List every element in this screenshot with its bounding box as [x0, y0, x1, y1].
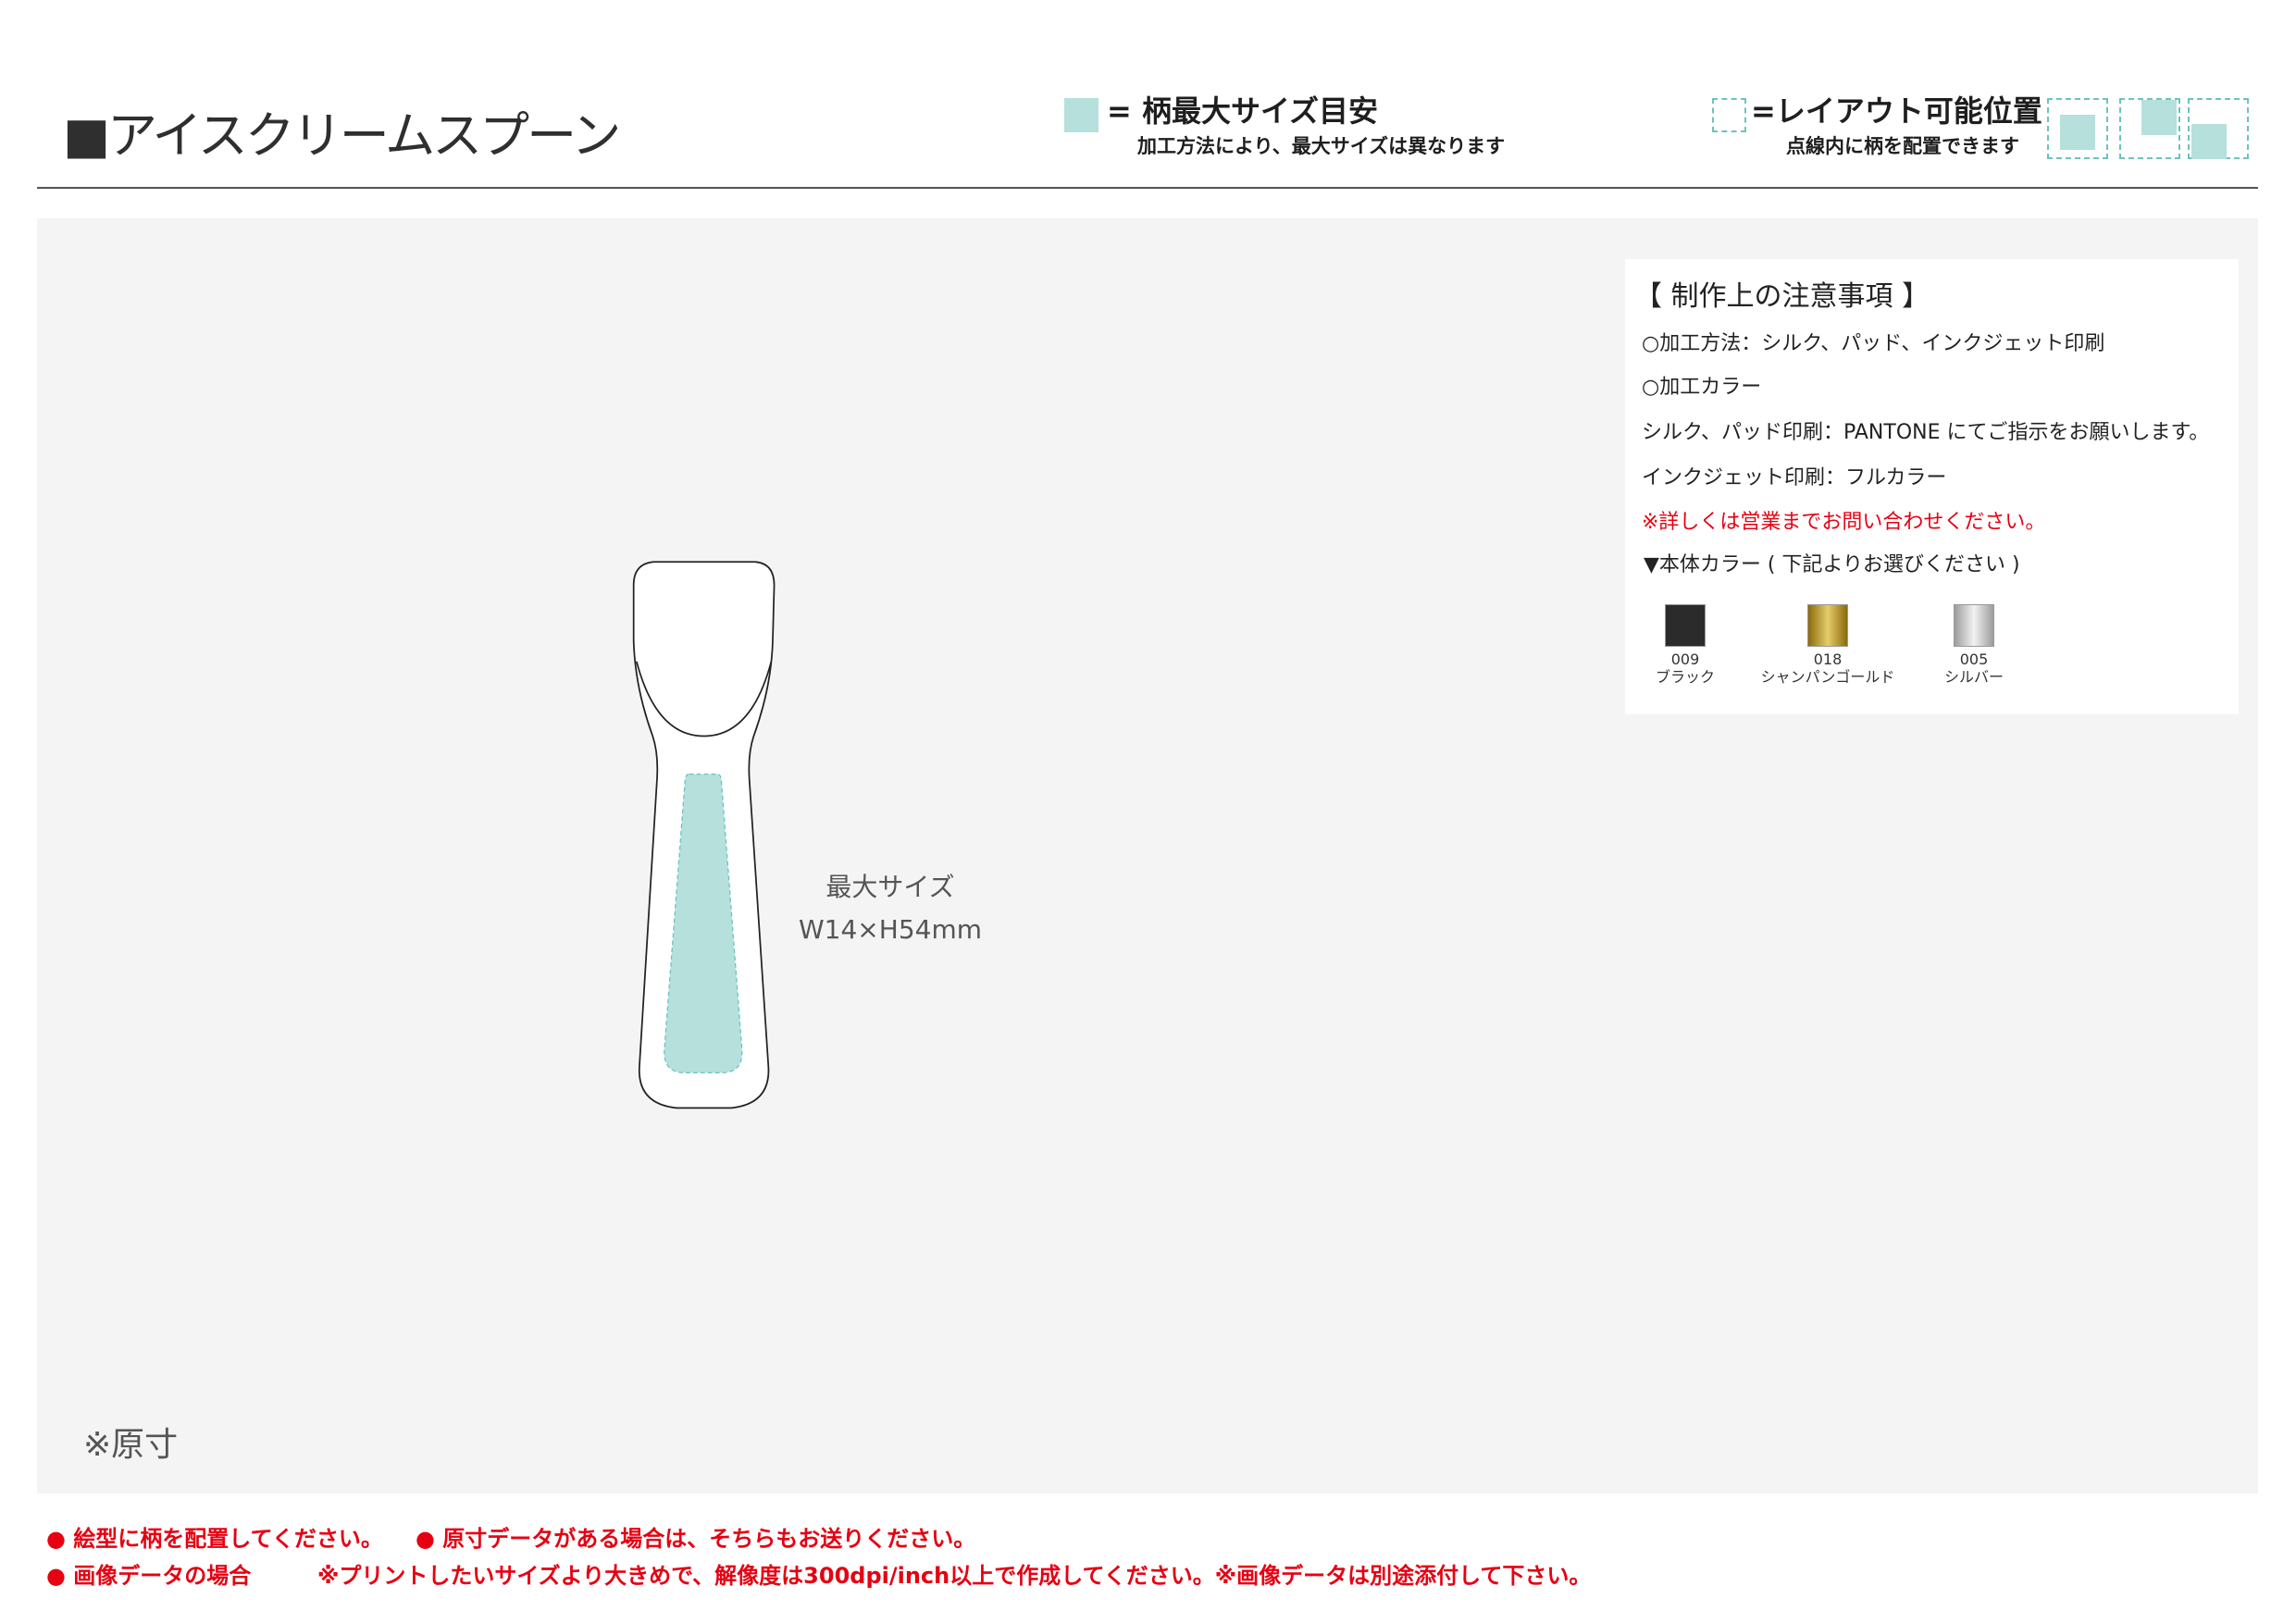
- notes-line: ○加工方法：シルク、パッド、インクジェット印刷: [1642, 332, 2105, 355]
- layout-area-legend-label: =レイアウト可能位置: [1751, 93, 2042, 129]
- layout-area-legend-swatch: [1712, 98, 1746, 132]
- color-name: ブラック: [1655, 668, 1715, 686]
- max-size-legend-note: 加工方法により、最大サイズは異なります: [1137, 135, 1506, 157]
- notes-line: インクジェット印刷：フルカラー: [1642, 466, 1947, 489]
- page-title: ■アイスクリームスプーン: [63, 106, 621, 165]
- footer-note-original-data: ● 原寸データがある場合は、そちらもお送りください。: [416, 1526, 976, 1552]
- notes-line: ○加工カラー: [1642, 376, 1762, 399]
- max-size-legend-label: = 柄最大サイズ目安: [1107, 93, 1378, 129]
- layout-position-fill: [2060, 115, 2095, 150]
- color-swatch: [1954, 604, 1994, 647]
- body-color-option: 009 ブラック: [1607, 604, 1764, 686]
- body-color-heading: ▼本体カラー ( 下記よりお選びください ): [1644, 553, 2020, 576]
- color-swatch: [1807, 604, 1848, 647]
- footer-note-resolution: ※プリントしたいサイズより大きめで、解像度は300dpi/inch以上で作成して…: [317, 1563, 1592, 1589]
- max-size-legend-swatch: [1064, 98, 1098, 132]
- footer-note-place-design: ● 絵型に柄を配置してください。: [46, 1526, 383, 1552]
- color-code: 009: [1670, 650, 1700, 668]
- spoon-drawing: [632, 561, 776, 1109]
- color-name: シャンパンゴールド: [1760, 668, 1895, 686]
- color-swatch: [1665, 604, 1706, 647]
- max-size-label: 最大サイズ: [825, 872, 955, 902]
- color-name: シルバー: [1943, 668, 2004, 686]
- notes-heading: 【 制作上の注意事項 】: [1634, 280, 1930, 313]
- notes-line: シルク、パッド印刷：PANTONE にてご指示をお願いします。: [1642, 421, 2210, 444]
- color-code: 018: [1813, 650, 1843, 668]
- max-size-value: W14×H54mm: [798, 914, 982, 945]
- header-divider: [37, 187, 2258, 189]
- production-notes-box: 【 制作上の注意事項 】 ○加工方法：シルク、パッド、インクジェット印刷 ○加工…: [1625, 259, 2239, 714]
- layout-area-legend-note: 点線内に柄を配置できます: [1786, 135, 2019, 157]
- layout-position-bottom-left-icon: [2188, 98, 2249, 159]
- layout-position-fill: [2141, 100, 2177, 135]
- layout-position-top-right-icon: [2119, 98, 2180, 159]
- color-code: 005: [1959, 650, 1989, 668]
- layout-position-fill: [2191, 124, 2227, 159]
- body-color-option: 018 シャンパンゴールド: [1749, 604, 1906, 686]
- layout-position-center-icon: [2047, 98, 2108, 159]
- actual-size-note: ※原寸: [83, 1426, 179, 1464]
- footer-note-image-data: ● 画像データの場合: [46, 1563, 252, 1589]
- body-color-option: 005 シルバー: [1895, 604, 2053, 686]
- contact-note: ※詳しくは営業までお問い合わせください。: [1642, 511, 2046, 534]
